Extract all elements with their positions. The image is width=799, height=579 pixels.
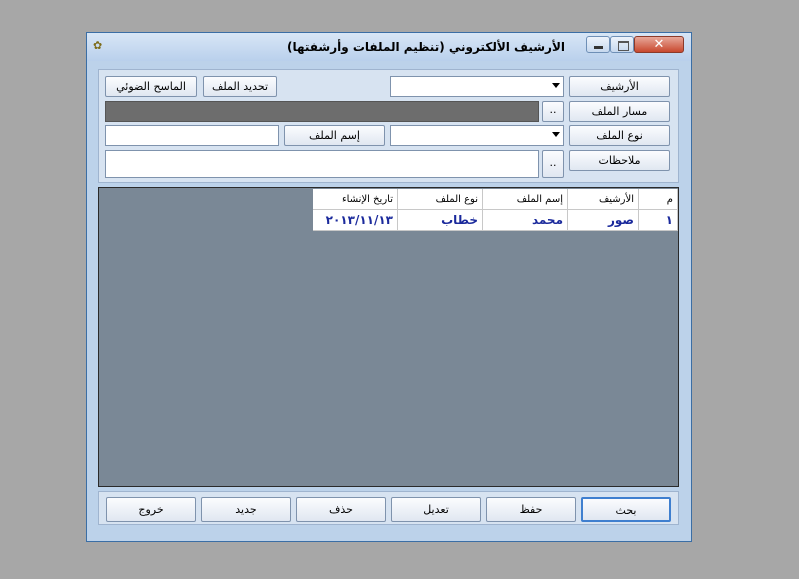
filetype-label: نوع الملف bbox=[569, 125, 670, 146]
filename-input[interactable] bbox=[105, 125, 279, 146]
records-table: م الأرشيف إسم الملف نوع الملف تاريخ الإن… bbox=[313, 189, 678, 231]
archive-label: الأرشيف bbox=[569, 76, 670, 97]
delete-button[interactable]: حذف bbox=[296, 497, 386, 522]
notes-input[interactable] bbox=[105, 150, 539, 178]
archive-select[interactable] bbox=[390, 76, 564, 97]
cell-filename[interactable]: محمد bbox=[482, 209, 568, 231]
cell-created[interactable]: ٢٠١٣/١١/١٣ bbox=[313, 209, 398, 231]
minimize-button[interactable] bbox=[586, 36, 610, 53]
close-button[interactable]: ✕ bbox=[634, 36, 684, 53]
column-header-index[interactable]: م bbox=[638, 189, 678, 210]
table-header-row: م الأرشيف إسم الملف نوع الملف تاريخ الإن… bbox=[313, 189, 678, 210]
window-title: الأرشيف الألكتروني (تنظيم الملفات وأرشفت… bbox=[286, 40, 565, 54]
filename-label: إسم الملف bbox=[284, 125, 385, 146]
search-button[interactable]: بحث bbox=[581, 497, 671, 522]
path-browse-button[interactable]: .. bbox=[542, 101, 564, 122]
app-icon[interactable]: ✿ bbox=[93, 40, 107, 52]
cell-archive[interactable]: صور bbox=[567, 209, 639, 231]
input-panel: الأرشيف تحديد الملف الماسح الضوئي مسار ا… bbox=[98, 69, 679, 183]
exit-button[interactable]: خروج bbox=[106, 497, 196, 522]
maximize-button[interactable] bbox=[610, 36, 634, 53]
minimize-icon bbox=[594, 46, 603, 49]
path-field[interactable] bbox=[105, 101, 539, 122]
notes-browse-button[interactable]: .. bbox=[542, 150, 564, 178]
scanner-button[interactable]: الماسح الضوئي bbox=[105, 76, 197, 97]
column-header-archive[interactable]: الأرشيف bbox=[567, 189, 639, 210]
cell-filetype[interactable]: خطاب bbox=[397, 209, 483, 231]
records-grid[interactable]: م الأرشيف إسم الملف نوع الملف تاريخ الإن… bbox=[98, 187, 679, 487]
close-icon: ✕ bbox=[653, 37, 665, 52]
actions-panel: بحث حفظ تعديل حذف جديد خروج bbox=[98, 491, 679, 525]
table-row[interactable]: ١ صور محمد خطاب ٢٠١٣/١١/١٣ bbox=[313, 209, 678, 231]
select-file-button[interactable]: تحديد الملف bbox=[203, 76, 277, 97]
filetype-select[interactable] bbox=[390, 125, 564, 146]
column-header-created[interactable]: تاريخ الإنشاء bbox=[313, 189, 398, 210]
column-header-filename[interactable]: إسم الملف bbox=[482, 189, 568, 210]
main-window: ✿ الأرشيف الألكتروني (تنظيم الملفات وأرش… bbox=[86, 32, 692, 542]
title-bar[interactable]: ✿ الأرشيف الألكتروني (تنظيم الملفات وأرش… bbox=[87, 33, 691, 61]
column-header-filetype[interactable]: نوع الملف bbox=[397, 189, 483, 210]
edit-button[interactable]: تعديل bbox=[391, 497, 481, 522]
path-label: مسار الملف bbox=[569, 101, 670, 122]
chevron-down-icon bbox=[552, 83, 560, 88]
maximize-icon bbox=[618, 41, 629, 51]
new-button[interactable]: جديد bbox=[201, 497, 291, 522]
cell-index[interactable]: ١ bbox=[638, 209, 678, 231]
save-button[interactable]: حفظ bbox=[486, 497, 576, 522]
chevron-down-icon bbox=[552, 132, 560, 137]
notes-label: ملاحظات bbox=[569, 150, 670, 171]
